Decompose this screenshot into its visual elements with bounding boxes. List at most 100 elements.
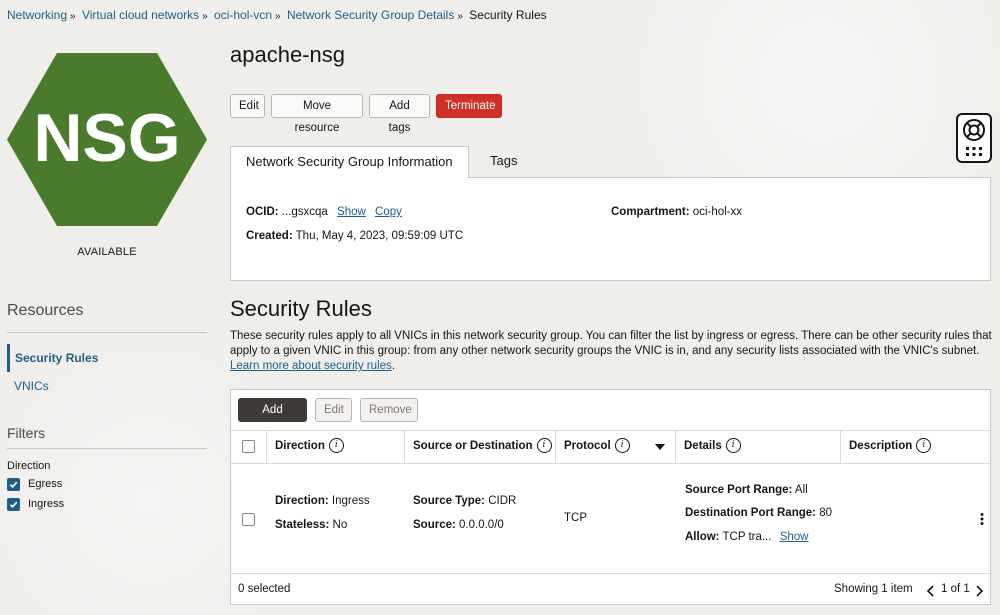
column-label: Protocol [564, 440, 611, 452]
direction-label: Direction: [275, 495, 329, 507]
stateless-value: No [332, 519, 348, 531]
info-icon[interactable]: i [614, 438, 630, 454]
filter-egress-label: Egress [28, 478, 63, 490]
column-header-source-destination[interactable]: Source or Destination i [405, 430, 556, 464]
remove-rule-button[interactable]: Remove [360, 398, 418, 422]
row-destination-port-range: Destination Port Range: 80 [685, 507, 832, 519]
ocid-copy-link[interactable]: Copy [375, 206, 402, 218]
info-icon[interactable]: i [725, 438, 741, 454]
learn-more-link[interactable]: Learn more about security rules [230, 360, 392, 372]
column-header-description[interactable]: Description i [841, 430, 990, 464]
source-type-value: CIDR [488, 495, 517, 507]
ocid-label: OCID: [246, 206, 279, 218]
filters-heading: Filters [7, 425, 46, 441]
sidebar-item-vnics[interactable]: VNICs [7, 372, 207, 400]
info-icon[interactable]: i [328, 438, 344, 454]
source-value: 0.0.0.0/0 [459, 519, 504, 531]
filter-ingress-label: Ingress [28, 498, 65, 510]
ocid-show-link[interactable]: Show [337, 206, 366, 218]
row-source-port-range: Source Port Range: All [685, 484, 808, 496]
column-header-protocol[interactable]: Protocol i [556, 430, 676, 464]
compartment-label: Compartment: [611, 206, 690, 218]
allow-show-link[interactable]: Show [780, 531, 809, 543]
breadcrumb: Networking» Virtual cloud networks» oci-… [7, 8, 547, 22]
created-value: Thu, May 4, 2023, 09:59:09 UTC [295, 230, 464, 242]
ocid-value: ...gsxcqa [281, 206, 328, 218]
source-label: Source: [413, 519, 456, 531]
breadcrumb-separator: » [457, 11, 463, 22]
created-row: Created: Thu, May 4, 2023, 09:59:09 UTC [246, 230, 463, 242]
destination-port-label: Destination Port Range: [685, 507, 816, 519]
description-period: . [391, 360, 395, 372]
filter-egress[interactable]: Egress [7, 476, 62, 492]
showing-count: Showing 1 item [834, 583, 913, 595]
resources-heading: Resources [7, 302, 84, 319]
checkbox-checked-icon[interactable] [7, 477, 20, 491]
nsg-badge-icon: NSG [7, 53, 207, 226]
created-label: Created: [246, 230, 293, 242]
source-port-label: Source Port Range: [685, 484, 793, 496]
chevron-right-icon[interactable] [976, 585, 984, 597]
terminate-button[interactable]: Terminate [436, 94, 502, 118]
breadcrumb-separator: » [202, 11, 208, 22]
column-label: Source or Destination [413, 440, 533, 452]
source-type-label: Source Type: [413, 495, 485, 507]
allow-label: Allow: [685, 531, 720, 543]
page-title: apache-nsg [230, 42, 345, 67]
row-checkbox[interactable] [242, 513, 255, 526]
breadcrumb-nsg-details[interactable]: Network Security Group Details [287, 8, 454, 22]
sort-caret-down-icon[interactable] [655, 444, 665, 450]
divider [7, 332, 207, 333]
destination-port-value: 80 [819, 507, 832, 519]
add-tags-button[interactable]: Add tags [369, 94, 430, 134]
checkbox-checked-icon[interactable] [7, 497, 20, 511]
select-all-cell [231, 430, 267, 464]
allow-value: TCP tra... [722, 531, 772, 543]
direction-filter-label: Direction [7, 460, 51, 472]
filter-ingress[interactable]: Ingress [7, 496, 64, 512]
compartment-row: Compartment: oci-hol-xx [611, 206, 742, 218]
status-label: AVAILABLE [77, 246, 137, 258]
breadcrumb-current: Security Rules [469, 8, 547, 22]
tab-nsg-information[interactable]: Network Security Group Information [230, 146, 469, 178]
divider [7, 448, 207, 449]
section-title: Security Rules [230, 296, 372, 321]
description-text: These security rules apply to all VNICs … [230, 330, 992, 357]
chevron-left-icon[interactable] [926, 585, 934, 597]
column-header-direction[interactable]: Direction i [267, 430, 405, 464]
row-protocol: TCP [564, 512, 587, 524]
sidebar-item-security-rules[interactable]: Security Rules [7, 344, 207, 372]
row-allow: Allow: TCP tra... Show [685, 531, 808, 543]
move-resource-button[interactable]: Move resource [271, 94, 363, 134]
breadcrumb-separator: » [275, 11, 281, 22]
edit-rule-button[interactable]: Edit [315, 398, 352, 422]
stateless-label: Stateless: [275, 519, 330, 531]
breadcrumb-vcns[interactable]: Virtual cloud networks [82, 8, 199, 22]
row-direction: Direction: Ingress [275, 495, 370, 507]
page-indicator: 1 of 1 [941, 583, 970, 595]
nsg-badge-text: NSG [33, 100, 180, 176]
section-description: These security rules apply to all VNICs … [230, 329, 1000, 374]
row-stateless: Stateless: No [275, 519, 347, 531]
info-icon[interactable]: i [536, 438, 552, 454]
lifebuoy-icon [963, 119, 985, 156]
column-label: Direction [275, 440, 325, 452]
direction-value: Ingress [331, 495, 370, 507]
nsg-info-panel [230, 177, 991, 281]
tab-tags[interactable]: Tags [475, 146, 532, 178]
select-all-checkbox[interactable] [242, 440, 255, 453]
breadcrumb-networking[interactable]: Networking [7, 8, 67, 22]
row-source-type: Source Type: CIDR [413, 495, 516, 507]
column-header-details[interactable]: Details i [676, 430, 841, 464]
column-label: Details [684, 440, 722, 452]
edit-button[interactable]: Edit [230, 94, 265, 118]
selected-count: 0 selected [238, 583, 291, 595]
breadcrumb-vcn[interactable]: oci-hol-vcn [214, 8, 272, 22]
column-label: Description [849, 440, 913, 452]
info-icon[interactable]: i [916, 438, 932, 454]
row-actions-kebab-icon[interactable] [979, 512, 985, 526]
add-rules-button[interactable]: Add Rules [238, 398, 307, 438]
row-source: Source: 0.0.0.0/0 [413, 519, 504, 531]
help-widget-button[interactable] [956, 113, 992, 163]
compartment-value: oci-hol-xx [692, 206, 743, 218]
